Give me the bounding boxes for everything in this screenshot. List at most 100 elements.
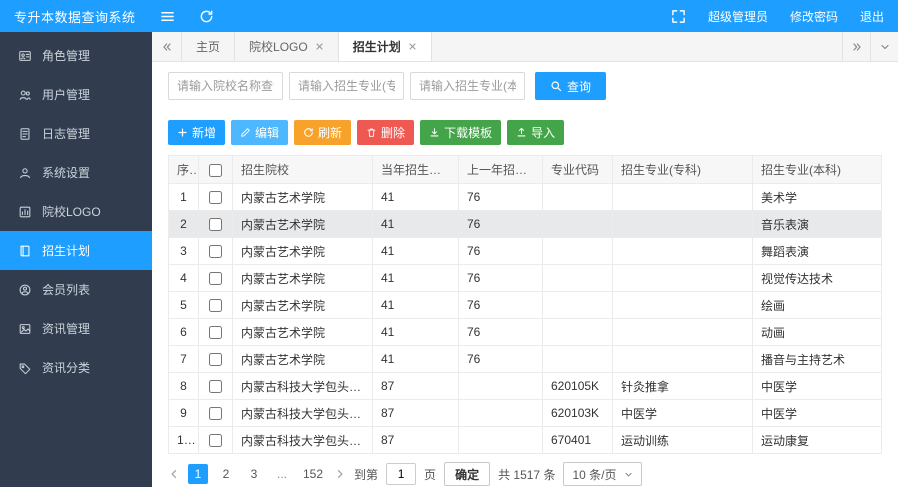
- sidebar-item-log-management[interactable]: 日志管理: [0, 114, 152, 153]
- sidebar-item-role-management[interactable]: 角色管理: [0, 36, 152, 75]
- cell-code: 670401: [542, 426, 613, 454]
- cell-code: [542, 318, 613, 346]
- pagination-bar: 1 2 3 ... 152 到第 页 确定 共 1517 条 10 条/页: [168, 454, 882, 487]
- table-row[interactable]: 8 内蒙古科技大学包头医学院 87 620105K 针灸推拿 中医学: [168, 372, 882, 400]
- row-checkbox[interactable]: [209, 434, 222, 448]
- page-number-last[interactable]: 152: [300, 464, 326, 484]
- sidebar-item-college-logo[interactable]: 院校LOGO: [0, 192, 152, 231]
- cell-current: 41: [372, 183, 459, 211]
- cell-major-bk: 绘画: [752, 291, 882, 319]
- row-checkbox[interactable]: [209, 380, 222, 394]
- row-checkbox[interactable]: [209, 191, 222, 205]
- plan-icon: [20, 245, 30, 256]
- goto-page-input[interactable]: [386, 463, 417, 485]
- sidebar-item-label: 招生计划: [42, 244, 91, 258]
- page-ellipsis: ...: [276, 467, 287, 481]
- import-button[interactable]: 导入: [507, 120, 565, 145]
- next-page-icon[interactable]: [334, 468, 346, 480]
- cell-current: 41: [372, 318, 459, 346]
- close-icon[interactable]: [315, 42, 324, 51]
- edit-button[interactable]: 编辑: [231, 120, 289, 145]
- cell-select: [198, 264, 233, 292]
- sidebar-item-system-settings[interactable]: 系统设置: [0, 153, 152, 192]
- plus-icon: [178, 128, 187, 137]
- delete-button[interactable]: 删除: [357, 120, 415, 145]
- cell-select: [198, 291, 233, 319]
- prev-page-icon[interactable]: [168, 468, 180, 480]
- page-size-select[interactable]: 10 条/页: [563, 462, 643, 486]
- cell-previous: 76: [458, 345, 543, 373]
- row-checkbox[interactable]: [209, 218, 222, 232]
- cell-major-bk: 视觉传达技术: [752, 264, 882, 292]
- sidebar-item-user-management[interactable]: 用户管理: [0, 75, 152, 114]
- cell-school: 内蒙古艺术学院: [232, 210, 373, 238]
- table-row[interactable]: 9 内蒙古科技大学包头医学院 87 620103K 中医学 中医学: [168, 399, 882, 427]
- page-number-3[interactable]: 3: [244, 464, 264, 484]
- cell-school: 内蒙古艺术学院: [232, 183, 373, 211]
- row-checkbox[interactable]: [209, 326, 222, 340]
- topbar-right: 超级管理员 修改密码 退出: [671, 8, 884, 25]
- sidebar-item-label: 系统设置: [42, 166, 91, 180]
- table-row[interactable]: 2 内蒙古艺术学院 41 76 音乐表演: [168, 210, 882, 238]
- sidebar-item-member-list[interactable]: 会员列表: [0, 270, 152, 309]
- page-unit-label: 页: [424, 467, 437, 482]
- tab-home[interactable]: 主页: [182, 32, 236, 61]
- table-row[interactable]: 5 内蒙古艺术学院 41 76 绘画: [168, 291, 882, 319]
- tab-admission-plan[interactable]: 招生计划: [338, 32, 432, 61]
- logout-link[interactable]: 退出: [860, 8, 884, 25]
- refresh-button[interactable]: 刷新: [294, 120, 352, 145]
- row-checkbox[interactable]: [209, 272, 222, 286]
- major-zhuanke-search-input[interactable]: [289, 72, 404, 100]
- tabs-scroll-right-icon[interactable]: [842, 32, 870, 61]
- cell-major-bk: 播音与主持艺术: [752, 345, 882, 373]
- cell-select: [198, 345, 233, 373]
- sidebar-item-admission-plan[interactable]: 招生计划: [0, 231, 152, 270]
- select-all-checkbox[interactable]: [209, 163, 222, 177]
- topbar: 专升本数据查询系统 超级管理员 修改密码 退出: [0, 0, 898, 32]
- row-checkbox[interactable]: [209, 299, 222, 313]
- close-icon[interactable]: [408, 42, 417, 51]
- col-header-major-zk: 招生专业(专科): [612, 155, 753, 184]
- news-icon: [19, 323, 31, 334]
- cell-code: [542, 264, 613, 292]
- change-password-link[interactable]: 修改密码: [790, 8, 838, 25]
- cell-code: [542, 345, 613, 373]
- cell-major-zk: [612, 318, 753, 346]
- sidebar-item-label: 资讯分类: [42, 361, 91, 375]
- row-checkbox[interactable]: [209, 407, 222, 421]
- cell-current: 41: [372, 291, 459, 319]
- tabs-scroll-left-icon[interactable]: [152, 32, 182, 61]
- tab-college-logo[interactable]: 院校LOGO: [235, 32, 339, 61]
- row-checkbox[interactable]: [209, 245, 222, 259]
- table-row[interactable]: 3 内蒙古艺术学院 41 76 舞蹈表演: [168, 237, 882, 265]
- table-row[interactable]: 1 内蒙古艺术学院 41 76 美术学: [168, 183, 882, 211]
- cell-select: [198, 183, 233, 211]
- row-checkbox[interactable]: [209, 353, 222, 367]
- cell-select: [198, 372, 233, 400]
- search-row: 查询: [168, 72, 882, 100]
- sidebar-item-news-management[interactable]: 资讯管理: [0, 309, 152, 348]
- school-name-search-input[interactable]: [168, 72, 283, 100]
- major-benke-search-input[interactable]: [410, 72, 525, 100]
- table-row[interactable]: 7 内蒙古艺术学院 41 76 播音与主持艺术: [168, 345, 882, 373]
- cell-select: [198, 237, 233, 265]
- col-header-code: 专业代码: [542, 155, 613, 184]
- table-row[interactable]: 4 内蒙古艺术学院 41 76 视觉传达技术: [168, 264, 882, 292]
- refresh-page-icon[interactable]: [199, 9, 214, 24]
- page-number-2[interactable]: 2: [216, 464, 236, 484]
- cell-previous: 76: [458, 210, 543, 238]
- fullscreen-icon[interactable]: [671, 9, 686, 24]
- page-number-1[interactable]: 1: [188, 464, 208, 484]
- table-row[interactable]: 10 内蒙古科技大学包头医学院 87 670401 运动训练 运动康复: [168, 426, 882, 454]
- add-button[interactable]: 新增: [168, 120, 226, 145]
- confirm-page-button[interactable]: 确定: [444, 462, 491, 486]
- sidebar-item-news-category[interactable]: 资讯分类: [0, 348, 152, 387]
- cell-previous: [458, 372, 543, 400]
- col-header-current: 当年招生人数: [372, 155, 459, 184]
- menu-collapse-icon[interactable]: [160, 9, 175, 24]
- download-template-button[interactable]: 下载模板: [420, 120, 502, 145]
- admission-plan-table: 序号 招生院校 当年招生人数 上一年招生... 专业代码 招生专业(专科) 招生…: [168, 155, 882, 454]
- tabs-menu-caret-icon[interactable]: [870, 32, 898, 61]
- query-button[interactable]: 查询: [535, 72, 607, 100]
- table-row[interactable]: 6 内蒙古艺术学院 41 76 动画: [168, 318, 882, 346]
